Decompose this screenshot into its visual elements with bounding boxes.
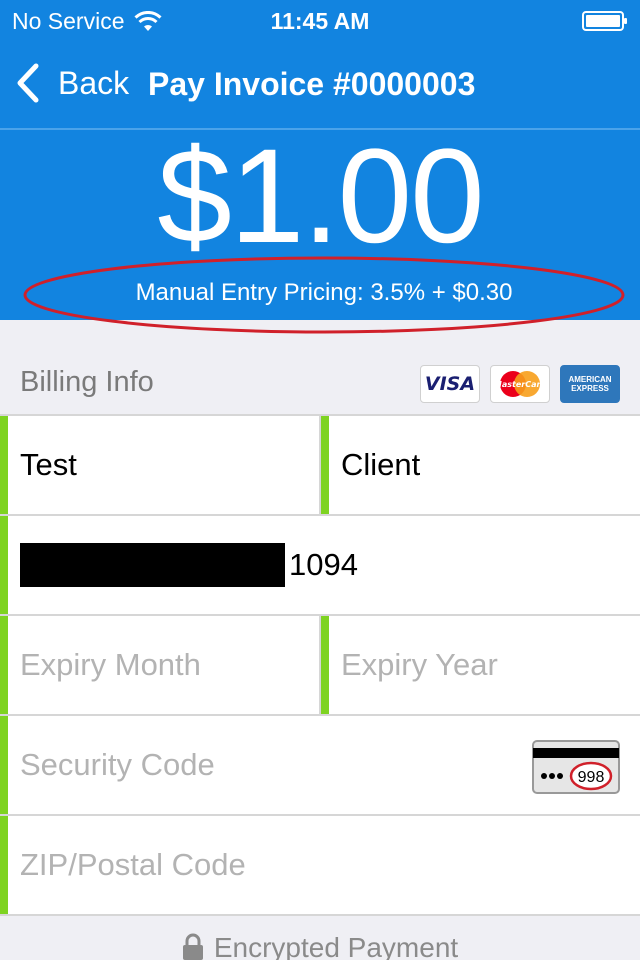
first-name-value: Test bbox=[20, 447, 77, 482]
header: No Service 11:45 AM Back Pay Invoice #00… bbox=[0, 0, 640, 334]
billing-info-label: Billing Info bbox=[20, 366, 154, 398]
nav-bar: Back Pay Invoice #0000003 bbox=[0, 50, 640, 120]
mastercard-logo-icon: MasterCard bbox=[490, 365, 550, 403]
amex-label: AMERICAN EXPRESS bbox=[568, 375, 612, 393]
mastercard-label: MasterCard bbox=[494, 380, 546, 389]
pricing-note: Manual Entry Pricing: 3.5% + $0.30 bbox=[22, 255, 626, 335]
last-name-field[interactable]: Client bbox=[321, 416, 640, 514]
zip-placeholder: ZIP/Postal Code bbox=[20, 847, 246, 882]
first-name-field[interactable]: Test bbox=[0, 416, 321, 514]
page-title: Pay Invoice #0000003 bbox=[148, 66, 476, 102]
status-bar: No Service 11:45 AM bbox=[0, 0, 640, 42]
amex-logo-icon: AMERICAN EXPRESS bbox=[560, 365, 620, 403]
expiry-month-placeholder: Expiry Month bbox=[20, 647, 201, 682]
card-number-row: 1094 bbox=[0, 516, 640, 616]
expiry-month-field[interactable]: Expiry Month bbox=[0, 616, 321, 714]
card-number-redaction bbox=[20, 543, 285, 587]
visa-logo-icon: VISA bbox=[420, 365, 480, 403]
chevron-left-icon bbox=[17, 63, 39, 103]
card-number-field[interactable]: 1094 bbox=[0, 516, 640, 614]
security-code-placeholder: Security Code bbox=[20, 747, 215, 782]
back-button[interactable]: Back bbox=[14, 62, 129, 104]
expiry-row: Expiry Month Expiry Year bbox=[0, 616, 640, 716]
accepted-cards: VISA MasterCard AMERICAN EXPRESS bbox=[420, 365, 620, 403]
visa-label: VISA bbox=[424, 373, 476, 395]
card-cvv-icon: 998 bbox=[532, 740, 620, 794]
back-label: Back bbox=[58, 64, 130, 101]
security-code-row: Security Code 998 bbox=[0, 716, 640, 816]
name-row: Test Client bbox=[0, 416, 640, 516]
status-time: 11:45 AM bbox=[270, 8, 370, 34]
last-name-value: Client bbox=[341, 447, 421, 482]
invoice-amount: $1.00 bbox=[157, 122, 484, 271]
card-number-last4: 1094 bbox=[289, 547, 358, 582]
zip-row: ZIP/Postal Code bbox=[0, 816, 640, 916]
billing-form: Test Client 1094 Expiry Month Expiry Yea… bbox=[0, 414, 640, 916]
security-code-field[interactable]: Security Code 998 bbox=[0, 716, 640, 814]
battery-icon bbox=[582, 11, 627, 31]
expiry-year-field[interactable]: Expiry Year bbox=[321, 616, 640, 714]
billing-header: Billing Info VISA MasterCard AMERICAN EX… bbox=[0, 360, 640, 410]
encrypted-payment-label: Encrypted Payment bbox=[213, 932, 459, 960]
lock-icon bbox=[182, 933, 203, 960]
mastercard-circles: MasterCard bbox=[494, 371, 546, 397]
zip-field[interactable]: ZIP/Postal Code bbox=[0, 816, 640, 914]
pricing-text: Manual Entry Pricing: 3.5% + $0.30 bbox=[135, 279, 513, 306]
cvv-hint-text: 998 bbox=[578, 769, 605, 786]
encrypted-payment-footer: Encrypted Payment bbox=[0, 932, 640, 960]
expiry-year-placeholder: Expiry Year bbox=[341, 647, 498, 682]
